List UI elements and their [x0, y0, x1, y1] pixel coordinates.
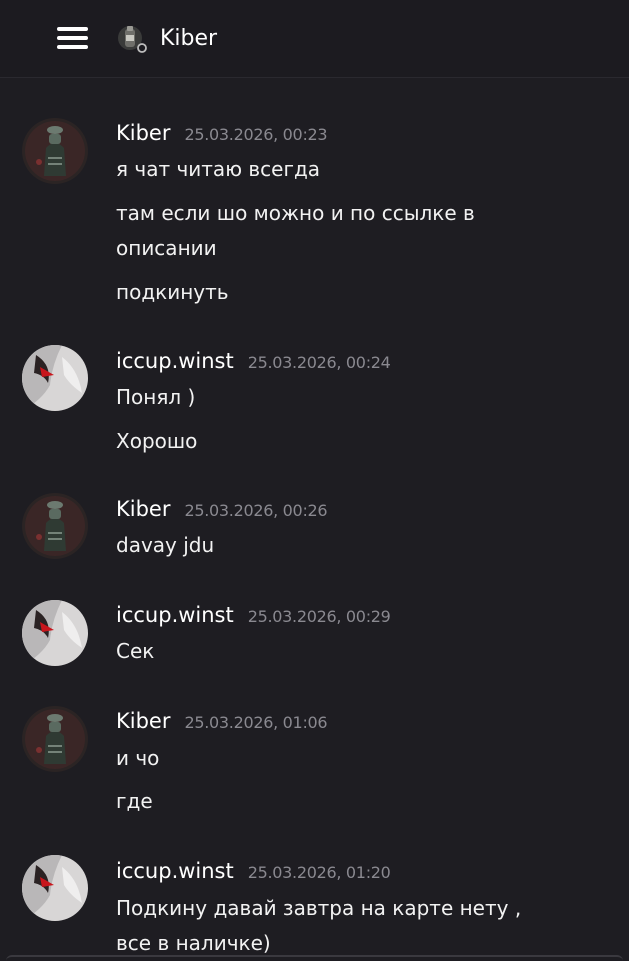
- kiber-avatar[interactable]: [22, 118, 88, 184]
- message-text: все в наличке): [116, 931, 271, 955]
- message-text: davay jdu: [116, 533, 215, 557]
- message-text: там если шо можно и по ссылке в: [116, 201, 475, 225]
- message-text: Сек: [116, 639, 155, 663]
- composer-edge: [6, 955, 623, 961]
- kiber-avatar[interactable]: [22, 493, 88, 559]
- winst-avatar[interactable]: [22, 855, 88, 921]
- message-timestamp: 25.03.2026, 01:20: [247, 863, 391, 882]
- hamburger-menu-icon[interactable]: [57, 27, 88, 50]
- kiber-avatar[interactable]: [22, 706, 88, 772]
- chat-header: Kiber: [0, 0, 629, 78]
- message-timestamp: 25.03.2026, 00:23: [184, 125, 328, 144]
- winst-avatar[interactable]: [22, 600, 88, 666]
- message-text: описании: [116, 236, 217, 260]
- message-timestamp: 25.03.2026, 00:29: [247, 607, 391, 626]
- message-text: подкинуть: [116, 280, 229, 304]
- message-author[interactable]: iccup.winst 25.03.2026, 00:24: [116, 347, 391, 377]
- winst-avatar[interactable]: [22, 345, 88, 411]
- message-text: и чо: [116, 746, 160, 770]
- message-author[interactable]: iccup.winst 25.03.2026, 01:20: [116, 857, 391, 887]
- message-text: Подкину давай завтра на карте нету ,: [116, 896, 522, 920]
- message-author[interactable]: iccup.winst 25.03.2026, 00:29: [116, 601, 391, 631]
- message-text: я чат читаю всегда: [116, 157, 321, 181]
- message-author[interactable]: Kiber 25.03.2026, 00:23: [116, 119, 328, 149]
- message-text: Понял ): [116, 385, 196, 409]
- message-timestamp: 25.03.2026, 00:24: [247, 353, 391, 372]
- chat-title[interactable]: Kiber: [160, 25, 217, 53]
- message-text: Хорошо: [116, 429, 198, 453]
- message-timestamp: 25.03.2026, 00:26: [184, 501, 328, 520]
- message-timestamp: 25.03.2026, 01:06: [184, 713, 328, 732]
- message-author[interactable]: Kiber 25.03.2026, 00:26: [116, 495, 328, 525]
- message-author[interactable]: Kiber 25.03.2026, 01:06: [116, 707, 328, 737]
- message-text: где: [116, 789, 153, 813]
- chat-avatar-icon[interactable]: [116, 23, 148, 55]
